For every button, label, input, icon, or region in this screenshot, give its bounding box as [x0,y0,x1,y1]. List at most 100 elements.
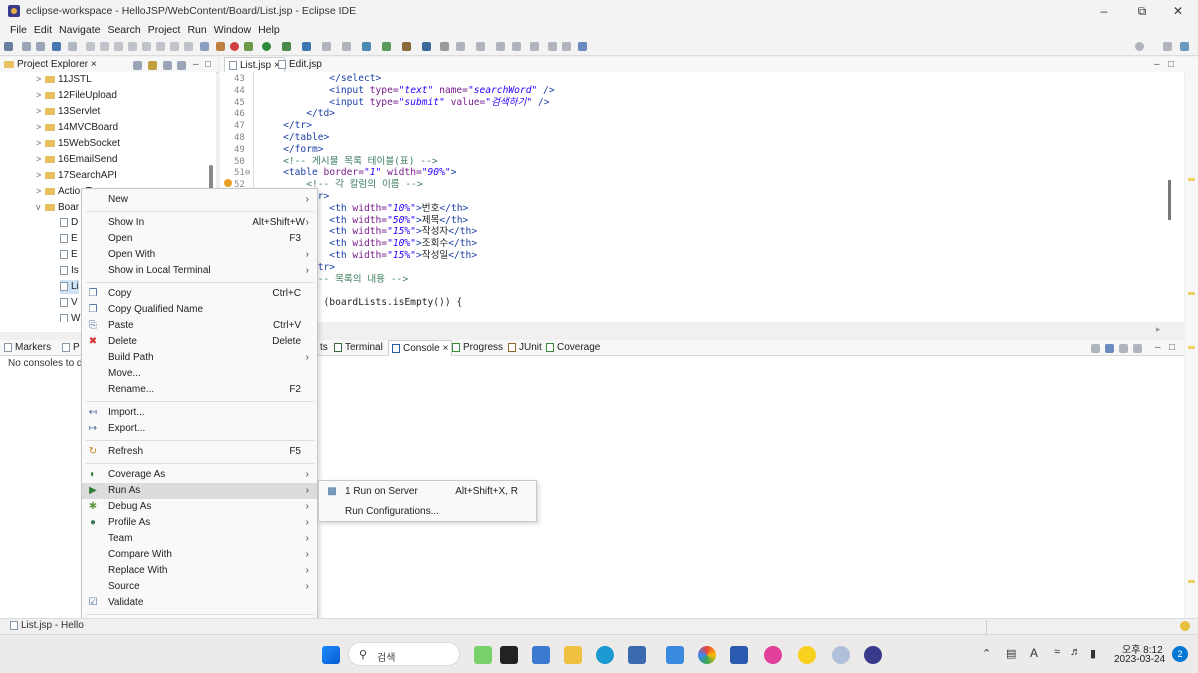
menu-item-rename[interactable]: Rename... F2 [82,382,317,398]
maximize-button[interactable]: ⧉ [1127,2,1157,20]
notepad-icon[interactable] [628,646,646,664]
new-icon[interactable] [4,42,13,51]
edge-browser-icon[interactable] [596,646,614,664]
pin-icon[interactable] [440,42,449,51]
step-over-icon[interactable] [170,42,179,51]
minimize-panel-icon[interactable]: – [1155,340,1161,356]
wifi-icon[interactable]: ≈ [1054,646,1060,658]
pin-editor-icon[interactable] [562,42,571,51]
open-task-icon[interactable] [382,42,391,51]
debug-toolbar-icon[interactable] [244,42,253,51]
taskbar-app-icon[interactable] [500,646,518,664]
chat-app-icon[interactable] [532,646,550,664]
tree-item-14mvcboard[interactable]: >14MVCBoard [36,120,118,135]
menu-item-paste[interactable]: ⎘ Paste Ctrl+V [82,318,317,334]
stop-icon[interactable] [128,42,137,51]
menu-item-open[interactable]: Open F3 [82,231,317,247]
tray-chevron-icon[interactable]: ⌃ [982,647,991,660]
menu-item-open-with[interactable]: Open With › [82,247,317,263]
tree-child-file-selected[interactable]: Li [60,280,79,294]
external-tools-icon[interactable] [302,42,311,51]
tree-child-file[interactable]: E [60,248,78,262]
run-configurations-item[interactable]: Run Configurations... [319,504,536,521]
tree-child-file[interactable]: D [60,216,78,230]
menu-item-show-in-local-terminal[interactable]: Show in Local Terminal › [82,263,317,279]
tab-terminal[interactable]: Terminal [334,340,383,356]
menu-item-profile-as[interactable]: ● Profile As › [82,515,317,531]
search-icon[interactable] [1135,42,1144,51]
open-perspective-icon[interactable] [1163,42,1172,51]
view-menu-icon[interactable] [177,61,186,70]
menu-item-show-in[interactable]: Show In Alt+Shift+W › [82,215,317,231]
maximize-panel-icon[interactable]: □ [1169,340,1175,356]
minimize-button[interactable]: – [1089,2,1119,20]
run-toolbar-icon[interactable] [262,42,271,51]
servers-icon[interactable] [216,42,225,51]
menu-item-import[interactable]: ↤ Import... [82,405,317,421]
disconnect-icon[interactable] [142,42,151,51]
menu-item-compare-with[interactable]: Compare With › [82,547,317,563]
run-on-server-item[interactable]: ▩ 1 Run on Server Alt+Shift+X, R [319,484,536,501]
tree-item-11jstl[interactable]: >11JSTL [36,72,92,87]
maximize-view-icon[interactable]: □ [205,57,211,73]
menu-run[interactable]: Run [187,22,206,38]
link-editor-icon[interactable] [148,61,157,70]
menu-item-build-path[interactable]: Build Path › [82,350,317,366]
minimize-editor-icon[interactable]: – [1154,57,1160,73]
menu-help[interactable]: Help [258,22,280,38]
snipping-tool-icon[interactable] [832,646,850,664]
save-all-icon[interactable] [36,42,45,51]
menu-item-move[interactable]: Move... [82,366,317,382]
task-view-icon[interactable] [474,646,492,664]
tab-coverage[interactable]: Coverage [546,340,600,356]
menu-item-run-as[interactable]: ▶ Run As › [82,483,317,499]
console-menu-icon[interactable] [1119,344,1128,353]
terminal-icon[interactable] [52,42,61,51]
tab-progress[interactable]: Progress [452,340,503,356]
tab-properties[interactable]: P [62,340,80,356]
menu-item-team[interactable]: Team › [82,531,317,547]
chrome-icon[interactable] [698,646,716,664]
tab-list-jsp[interactable]: List.jsp × [224,57,285,73]
history-forward-icon[interactable] [548,42,557,51]
tab-console[interactable]: Console × [388,340,453,356]
tree-item-17searchapi[interactable]: >17SearchAPI [36,168,117,183]
new-editor-icon[interactable] [578,42,587,51]
forward-icon[interactable] [530,42,539,51]
prev-annotation-icon[interactable] [476,42,485,51]
tree-item-12fileupload[interactable]: >12FileUpload [36,88,117,103]
menu-item-debug-as[interactable]: ✱ Debug As › [82,499,317,515]
last-edit-icon[interactable] [496,42,505,51]
notification-badge[interactable]: 2 [1172,646,1188,662]
word-icon[interactable] [730,646,748,664]
menu-window[interactable]: Window [214,22,251,38]
menu-item-export[interactable]: ↦ Export... [82,421,317,437]
tree-item-board[interactable]: v Boar [36,200,79,215]
tree-item-16emailsend[interactable]: >16EmailSend [36,152,117,167]
menu-item-replace-with[interactable]: Replace With › [82,563,317,579]
display-console-icon[interactable] [1105,344,1114,353]
menu-item-copy-qualified-name[interactable]: ❐ Copy Qualified Name [82,302,317,318]
file-explorer-icon[interactable] [564,646,582,664]
tab-markers[interactable]: Markers [4,340,51,356]
tree-child-file[interactable]: E [60,232,78,246]
tip-bulb-icon[interactable] [1180,621,1190,631]
tab-junit[interactable]: JUnit [508,340,542,356]
skip-icon[interactable] [86,42,95,51]
java-ee-perspective-icon[interactable] [1180,42,1189,51]
suspend-icon[interactable] [114,42,123,51]
menu-item-validate[interactable]: ☑ Validate [82,595,317,611]
scroll-right-icon[interactable]: ▸ [1156,324,1161,335]
editor-scrollbar-thumb[interactable] [1168,180,1171,220]
windows-start-icon[interactable] [322,646,340,664]
step-return-icon[interactable] [184,42,193,51]
minimize-view-icon[interactable]: – [193,57,199,73]
battery-icon[interactable]: ▮ [1090,647,1096,660]
input-indicator-icon[interactable]: ▤ [1006,647,1016,660]
open-type-icon[interactable] [362,42,371,51]
menu-item-refresh[interactable]: ↻ Refresh F5 [82,444,317,460]
collapse-all-icon[interactable] [133,61,142,70]
new-package-icon[interactable] [342,42,351,51]
menu-item-copy[interactable]: ❐ Copy Ctrl+C [82,286,317,302]
toggle-icon[interactable] [68,42,77,51]
